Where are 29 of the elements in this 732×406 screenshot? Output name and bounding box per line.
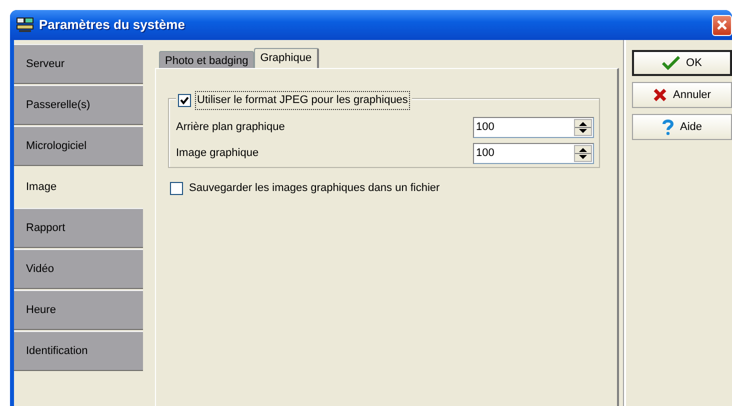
spin-arrows-icon[interactable] xyxy=(574,144,592,162)
checkbox-label[interactable]: Utiliser le format JPEG pour les graphiques xyxy=(195,91,410,110)
field-label: Image graphique xyxy=(176,146,260,161)
app-icon xyxy=(16,17,34,33)
checkbox[interactable] xyxy=(170,182,183,195)
sidebar-item[interactable]: Heure xyxy=(14,290,143,330)
close-button[interactable] xyxy=(712,14,732,36)
field-label: Arrière plan graphique xyxy=(176,120,286,135)
help-button[interactable]: Aide xyxy=(632,114,732,140)
sidebar-item[interactable]: Passerelle(s) xyxy=(14,85,143,125)
window-title: Paramètres du système xyxy=(39,16,185,34)
ok-check-icon xyxy=(662,56,680,70)
spin-field[interactable]: 100 xyxy=(473,142,594,164)
sidebar-item[interactable]: Micrologiciel xyxy=(14,126,143,166)
question-mark-icon xyxy=(662,119,674,135)
spin-arrows-icon[interactable] xyxy=(574,118,592,136)
spin-field[interactable]: 100 xyxy=(473,116,594,138)
tab[interactable]: Graphique xyxy=(254,48,319,68)
cancel-button[interactable]: Annuler xyxy=(632,82,732,108)
tab[interactable]: Photo et badging xyxy=(159,51,254,68)
close-icon xyxy=(716,19,728,31)
sidebar-item[interactable]: Rapport xyxy=(14,208,143,248)
sidebar-item[interactable]: Vidéo xyxy=(14,249,143,289)
ok-button[interactable]: OK xyxy=(632,50,732,76)
checkbox-label[interactable]: Sauvegarder les images graphiques dans un fichier xyxy=(189,180,440,196)
sidebar-item[interactable]: Serveur xyxy=(14,44,143,84)
checkbox[interactable] xyxy=(178,94,191,107)
sidebar-item[interactable]: Identification xyxy=(14,331,143,371)
cancel-x-icon xyxy=(653,88,668,102)
